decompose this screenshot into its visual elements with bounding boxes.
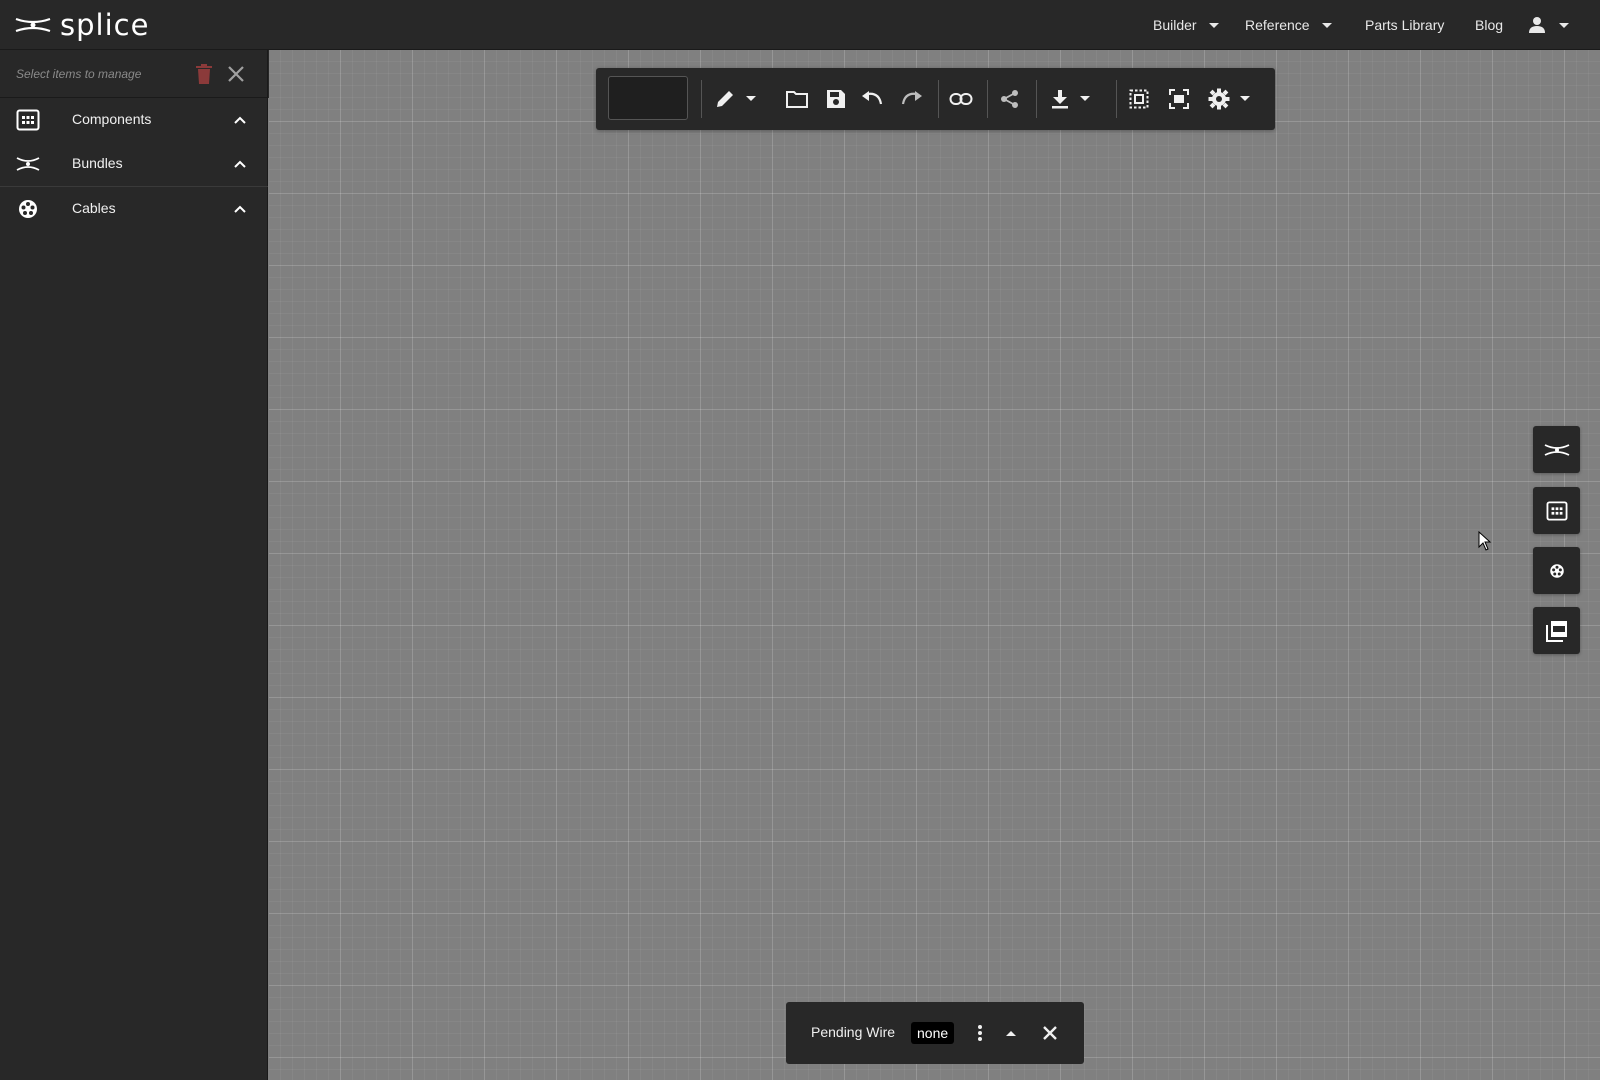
fit-screen-button[interactable] bbox=[1167, 87, 1191, 111]
cables-panel-button[interactable] bbox=[1533, 547, 1580, 594]
chevron-down-icon bbox=[1321, 22, 1332, 28]
splice-logo[interactable]: splice bbox=[14, 9, 149, 41]
download-dropdown-caret[interactable] bbox=[1080, 96, 1090, 101]
redo-button[interactable] bbox=[900, 87, 924, 111]
more-options-button[interactable] bbox=[969, 1022, 991, 1044]
pending-wire-label: Pending Wire bbox=[811, 1024, 896, 1040]
undo-button[interactable] bbox=[860, 87, 884, 111]
manage-row: Select items to manage bbox=[0, 50, 268, 98]
kebab-menu-icon bbox=[978, 1025, 982, 1041]
toolbar-divider bbox=[1116, 80, 1117, 118]
splice-icon bbox=[1544, 443, 1569, 456]
toolbar-divider bbox=[938, 80, 939, 118]
select-all-button[interactable] bbox=[1127, 87, 1151, 111]
chevron-up-icon bbox=[234, 116, 246, 124]
nav-builder[interactable]: Builder bbox=[1153, 0, 1219, 50]
save-icon bbox=[827, 90, 845, 108]
pencil-icon bbox=[717, 91, 733, 107]
caret-up-icon bbox=[1006, 1031, 1016, 1036]
toolbar-divider bbox=[1036, 80, 1037, 118]
user-icon bbox=[1529, 17, 1545, 33]
nav-reference-label: Reference bbox=[1245, 17, 1310, 33]
chevron-down-icon bbox=[1559, 22, 1569, 28]
pencil-dropdown-caret[interactable] bbox=[746, 96, 756, 101]
settings-dropdown-caret[interactable] bbox=[1240, 96, 1250, 101]
top-navbar: splice Builder Reference Parts Library B… bbox=[0, 0, 1600, 50]
download-icon bbox=[1052, 90, 1068, 109]
open-button[interactable] bbox=[785, 87, 809, 111]
manage-placeholder: Select items to manage bbox=[16, 67, 142, 81]
grid-icon bbox=[1546, 500, 1567, 521]
nav-parts-library-label: Parts Library bbox=[1365, 17, 1445, 33]
select-all-icon bbox=[1129, 89, 1149, 109]
pdf-icon bbox=[1545, 620, 1567, 642]
sidebar-item-cables[interactable]: Cables bbox=[0, 187, 268, 231]
nav-parts-library[interactable]: Parts Library bbox=[1365, 0, 1444, 50]
close-button[interactable] bbox=[1039, 1022, 1061, 1044]
nav-blog[interactable]: Blog bbox=[1475, 0, 1503, 50]
sidebar: Select items to manage Components Bundle… bbox=[0, 50, 268, 1080]
canvas-toolbar bbox=[596, 68, 1275, 130]
expand-button[interactable] bbox=[1000, 1022, 1022, 1044]
save-button[interactable] bbox=[824, 87, 848, 111]
cable-icon bbox=[19, 200, 37, 218]
folder-icon bbox=[786, 91, 808, 108]
design-canvas[interactable] bbox=[269, 50, 1600, 1080]
splice-logo-icon bbox=[15, 17, 51, 33]
redo-icon bbox=[901, 91, 922, 105]
pending-wire-bar: Pending Wire none bbox=[786, 1002, 1084, 1064]
components-panel-button[interactable] bbox=[1533, 487, 1580, 534]
chevron-up-icon bbox=[234, 160, 246, 168]
app-name: splice bbox=[60, 8, 150, 42]
chevron-up-icon bbox=[234, 205, 246, 213]
trash-icon[interactable] bbox=[195, 64, 213, 84]
nav-reference[interactable]: Reference bbox=[1245, 0, 1332, 50]
sidebar-item-label: Cables bbox=[72, 200, 116, 216]
sidebar-item-bundles[interactable]: Bundles bbox=[0, 142, 268, 186]
settings-button[interactable] bbox=[1207, 87, 1231, 111]
nav-builder-label: Builder bbox=[1153, 17, 1197, 33]
sidebar-item-label: Bundles bbox=[72, 155, 123, 171]
link-button[interactable] bbox=[949, 87, 973, 111]
toolbar-divider bbox=[987, 80, 988, 118]
share-button[interactable] bbox=[998, 87, 1022, 111]
nav-blog-label: Blog bbox=[1475, 17, 1504, 33]
close-icon bbox=[1043, 1026, 1057, 1040]
splice-icon bbox=[16, 157, 40, 171]
sidebar-item-components[interactable]: Components bbox=[0, 98, 268, 142]
settings-icon bbox=[1208, 88, 1230, 110]
pending-wire-value: none bbox=[911, 1022, 955, 1044]
design-name-input[interactable] bbox=[608, 76, 688, 120]
cable-icon bbox=[1549, 563, 1564, 578]
mouse-cursor-icon bbox=[1478, 531, 1492, 551]
link-icon bbox=[949, 93, 973, 105]
toolbar-divider bbox=[701, 80, 702, 118]
user-menu[interactable] bbox=[1527, 0, 1569, 50]
chevron-down-icon bbox=[1208, 22, 1219, 28]
close-icon[interactable] bbox=[227, 65, 245, 83]
fit-screen-icon bbox=[1169, 89, 1189, 109]
download-button[interactable] bbox=[1048, 87, 1072, 111]
share-icon bbox=[1001, 90, 1018, 108]
undo-icon bbox=[862, 91, 883, 105]
sidebar-item-label: Components bbox=[72, 111, 152, 127]
grid-icon bbox=[16, 109, 40, 131]
bundles-panel-button[interactable] bbox=[1533, 426, 1580, 473]
pencil-button[interactable] bbox=[713, 87, 737, 111]
pdf-export-button[interactable] bbox=[1533, 607, 1580, 654]
